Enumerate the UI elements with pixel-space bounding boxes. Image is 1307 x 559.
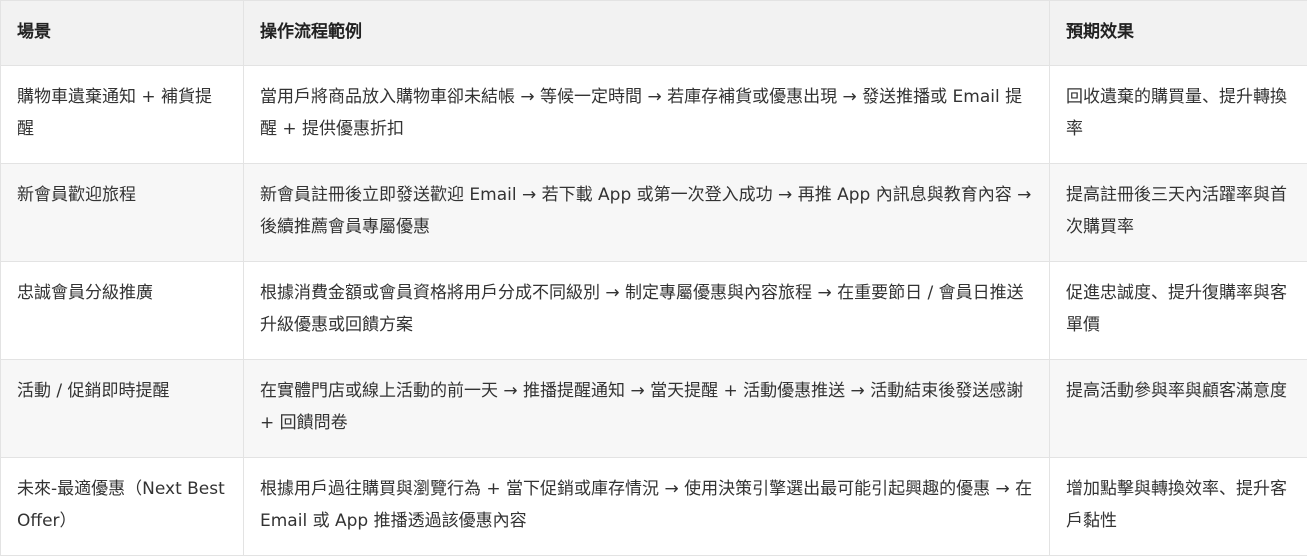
cell-flow: 根據消費金額或會員資格將用戶分成不同級別 → 制定專屬優惠與內容旅程 → 在重要… (243, 261, 1050, 360)
table-row: 新會員歡迎旅程 新會員註冊後立即發送歡迎 Email → 若下載 App 或第一… (0, 163, 1307, 262)
cell-scenario: 未來-最適優惠（Next Best Offer） (0, 457, 244, 556)
cell-scenario: 活動 / 促銷即時提醒 (0, 359, 244, 458)
scenario-table: 場景 操作流程範例 預期效果 購物車遺棄通知 + 補貨提醒 當用戶將商品放入購物… (0, 0, 1307, 556)
cell-scenario: 新會員歡迎旅程 (0, 163, 244, 262)
table-row: 忠誠會員分級推廣 根據消費金額或會員資格將用戶分成不同級別 → 制定專屬優惠與內… (0, 261, 1307, 360)
cell-effect: 增加點擊與轉換效率、提升客戶黏性 (1049, 457, 1307, 556)
cell-effect: 促進忠誠度、提升復購率與客單價 (1049, 261, 1307, 360)
table-row: 購物車遺棄通知 + 補貨提醒 當用戶將商品放入購物車卻未結帳 → 等候一定時間 … (0, 65, 1307, 164)
cell-effect: 提高註冊後三天內活躍率與首次購買率 (1049, 163, 1307, 262)
cell-effect: 提高活動參與率與顧客滿意度 (1049, 359, 1307, 458)
table-row: 未來-最適優惠（Next Best Offer） 根據用戶過往購買與瀏覽行為 +… (0, 457, 1307, 556)
cell-scenario: 忠誠會員分級推廣 (0, 261, 244, 360)
cell-flow: 新會員註冊後立即發送歡迎 Email → 若下載 App 或第一次登入成功 → … (243, 163, 1050, 262)
cell-flow: 在實體門店或線上活動的前一天 → 推播提醒通知 → 當天提醒 + 活動優惠推送 … (243, 359, 1050, 458)
cell-scenario: 購物車遺棄通知 + 補貨提醒 (0, 65, 244, 164)
cell-flow: 根據用戶過往購買與瀏覽行為 + 當下促銷或庫存情況 → 使用決策引擎選出最可能引… (243, 457, 1050, 556)
header-scenario: 場景 (0, 0, 244, 66)
header-effect: 預期效果 (1049, 0, 1307, 66)
cell-effect: 回收遺棄的購買量、提升轉換率 (1049, 65, 1307, 164)
cell-flow: 當用戶將商品放入購物車卻未結帳 → 等候一定時間 → 若庫存補貨或優惠出現 → … (243, 65, 1050, 164)
table-row: 活動 / 促銷即時提醒 在實體門店或線上活動的前一天 → 推播提醒通知 → 當天… (0, 359, 1307, 458)
header-flow: 操作流程範例 (243, 0, 1050, 66)
table-header-row: 場景 操作流程範例 預期效果 (0, 0, 1307, 66)
